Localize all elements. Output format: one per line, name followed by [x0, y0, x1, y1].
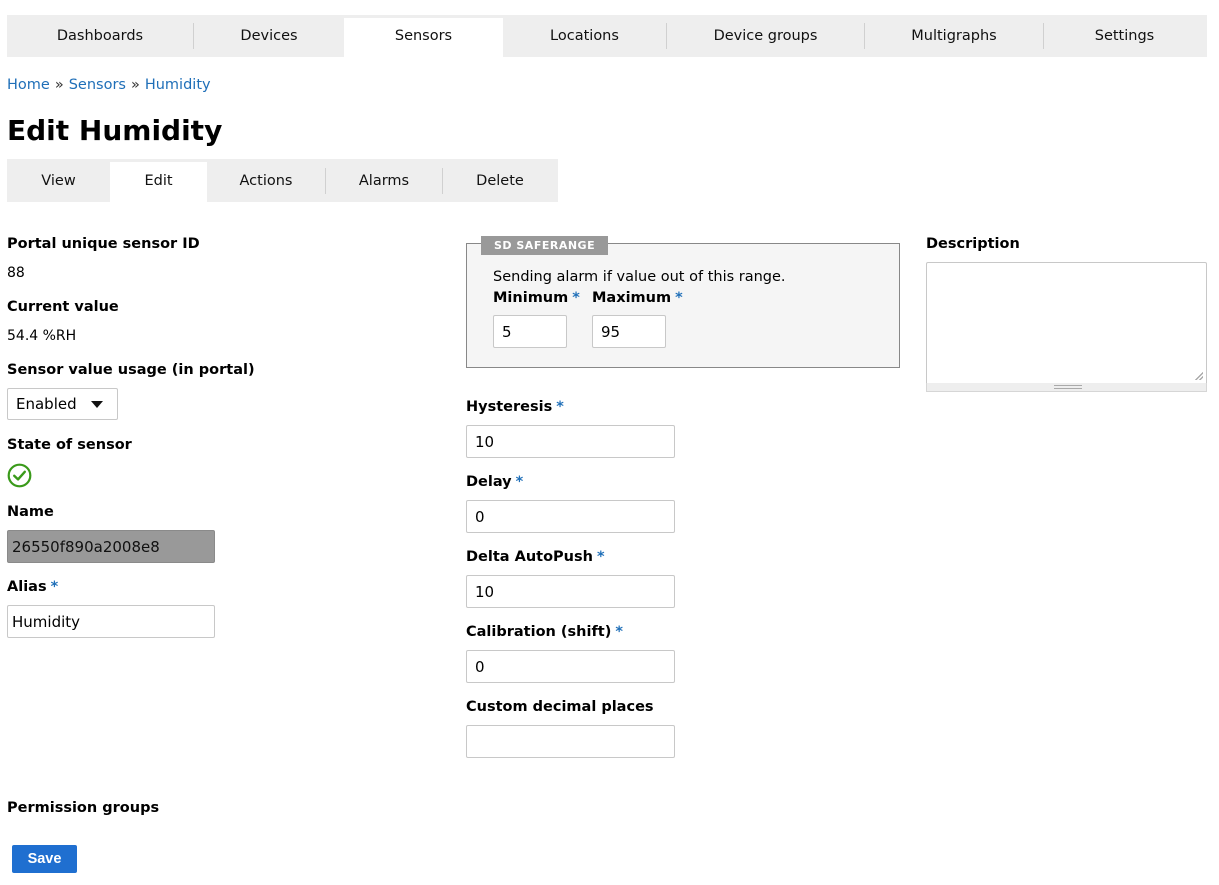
- minimum-label-text: Minimum: [493, 290, 569, 306]
- resize-grip-icon[interactable]: [1195, 372, 1203, 380]
- required-asterisk: *: [596, 549, 605, 565]
- required-asterisk: *: [556, 399, 564, 415]
- nav-tab-devices[interactable]: Devices: [194, 15, 344, 57]
- subtab-delete[interactable]: Delete: [443, 159, 557, 202]
- required-asterisk: *: [675, 290, 683, 306]
- decimal-places-input[interactable]: [466, 725, 675, 758]
- permission-groups-label: Permission groups: [7, 800, 160, 816]
- main-nav: Dashboards Devices Sensors Locations Dev…: [7, 15, 1207, 57]
- drag-handle-icon: [1054, 385, 1082, 389]
- breadcrumb-sensors-link[interactable]: Sensors: [69, 77, 126, 93]
- minimum-input[interactable]: 5: [493, 315, 567, 348]
- subtab-alarms[interactable]: Alarms: [326, 159, 442, 202]
- sensor-id-value: 88: [7, 265, 25, 281]
- alias-input[interactable]: Humidity: [7, 605, 215, 638]
- nav-tab-locations[interactable]: Locations: [503, 15, 666, 57]
- maximum-input[interactable]: 95: [592, 315, 666, 348]
- breadcrumb-separator: »: [54, 77, 64, 93]
- sensor-id-label: Portal unique sensor ID: [7, 236, 200, 252]
- required-asterisk: *: [615, 624, 623, 640]
- page-title: Edit Humidity: [7, 114, 223, 147]
- required-asterisk: *: [515, 474, 524, 490]
- description-textarea[interactable]: [926, 262, 1207, 384]
- calibration-label: Calibration (shift) *: [466, 624, 623, 640]
- breadcrumb-home-link[interactable]: Home: [7, 77, 50, 93]
- hysteresis-label: Hysteresis *: [466, 399, 564, 415]
- name-label: Name: [7, 504, 54, 520]
- save-button[interactable]: Save: [12, 845, 77, 873]
- subtab-actions[interactable]: Actions: [207, 159, 325, 202]
- sensor-subnav: View Edit Actions Alarms Delete: [7, 159, 558, 202]
- breadcrumb: Home» Sensors» Humidity: [7, 77, 211, 93]
- nav-tab-settings[interactable]: Settings: [1044, 15, 1205, 57]
- breadcrumb-current-link[interactable]: Humidity: [145, 77, 211, 93]
- chevron-down-icon: [91, 401, 103, 408]
- calibration-label-text: Calibration (shift): [466, 624, 612, 640]
- delta-autopush-label-text: Delta AutoPush: [466, 549, 593, 565]
- state-label: State of sensor: [7, 437, 132, 453]
- nav-tab-device-groups[interactable]: Device groups: [667, 15, 864, 57]
- required-asterisk: *: [50, 579, 59, 595]
- description-label: Description: [926, 236, 1020, 252]
- required-asterisk: *: [572, 290, 580, 306]
- delta-autopush-input[interactable]: 10: [466, 575, 675, 608]
- nav-tab-sensors[interactable]: Sensors: [344, 18, 503, 57]
- minimum-label: Minimum *: [493, 290, 580, 306]
- usage-label: Sensor value usage (in portal): [7, 362, 255, 378]
- hysteresis-label-text: Hysteresis: [466, 399, 553, 415]
- nav-tab-multigraphs[interactable]: Multigraphs: [865, 15, 1043, 57]
- delay-label: Delay *: [466, 474, 523, 490]
- name-field: 26550f890a2008e8: [7, 530, 215, 563]
- decimal-places-label: Custom decimal places: [466, 699, 654, 715]
- saferange-legend: SD SAFERANGE: [481, 236, 609, 255]
- delta-autopush-label: Delta AutoPush *: [466, 549, 605, 565]
- subtab-view[interactable]: View: [7, 159, 110, 202]
- nav-tab-dashboards[interactable]: Dashboards: [7, 15, 193, 57]
- current-value-label: Current value: [7, 299, 119, 315]
- breadcrumb-separator: »: [130, 77, 140, 93]
- usage-select-value: Enabled: [16, 395, 77, 413]
- usage-select[interactable]: Enabled: [7, 388, 118, 420]
- alias-label-text: Alias: [7, 579, 47, 595]
- subtab-edit[interactable]: Edit: [110, 162, 207, 202]
- alias-label: Alias *: [7, 579, 58, 595]
- saferange-description: Sending alarm if value out of this range…: [493, 269, 786, 285]
- delay-label-text: Delay: [466, 474, 512, 490]
- saferange-fieldset: SD SAFERANGE Sending alarm if value out …: [466, 236, 900, 368]
- check-circle-icon: [7, 463, 32, 488]
- maximum-label-text: Maximum: [592, 290, 672, 306]
- current-value-value: 54.4 %RH: [7, 328, 77, 344]
- textarea-resize-handle[interactable]: [926, 383, 1207, 392]
- calibration-input[interactable]: 0: [466, 650, 675, 683]
- hysteresis-input[interactable]: 10: [466, 425, 675, 458]
- maximum-label: Maximum *: [592, 290, 683, 306]
- delay-input[interactable]: 0: [466, 500, 675, 533]
